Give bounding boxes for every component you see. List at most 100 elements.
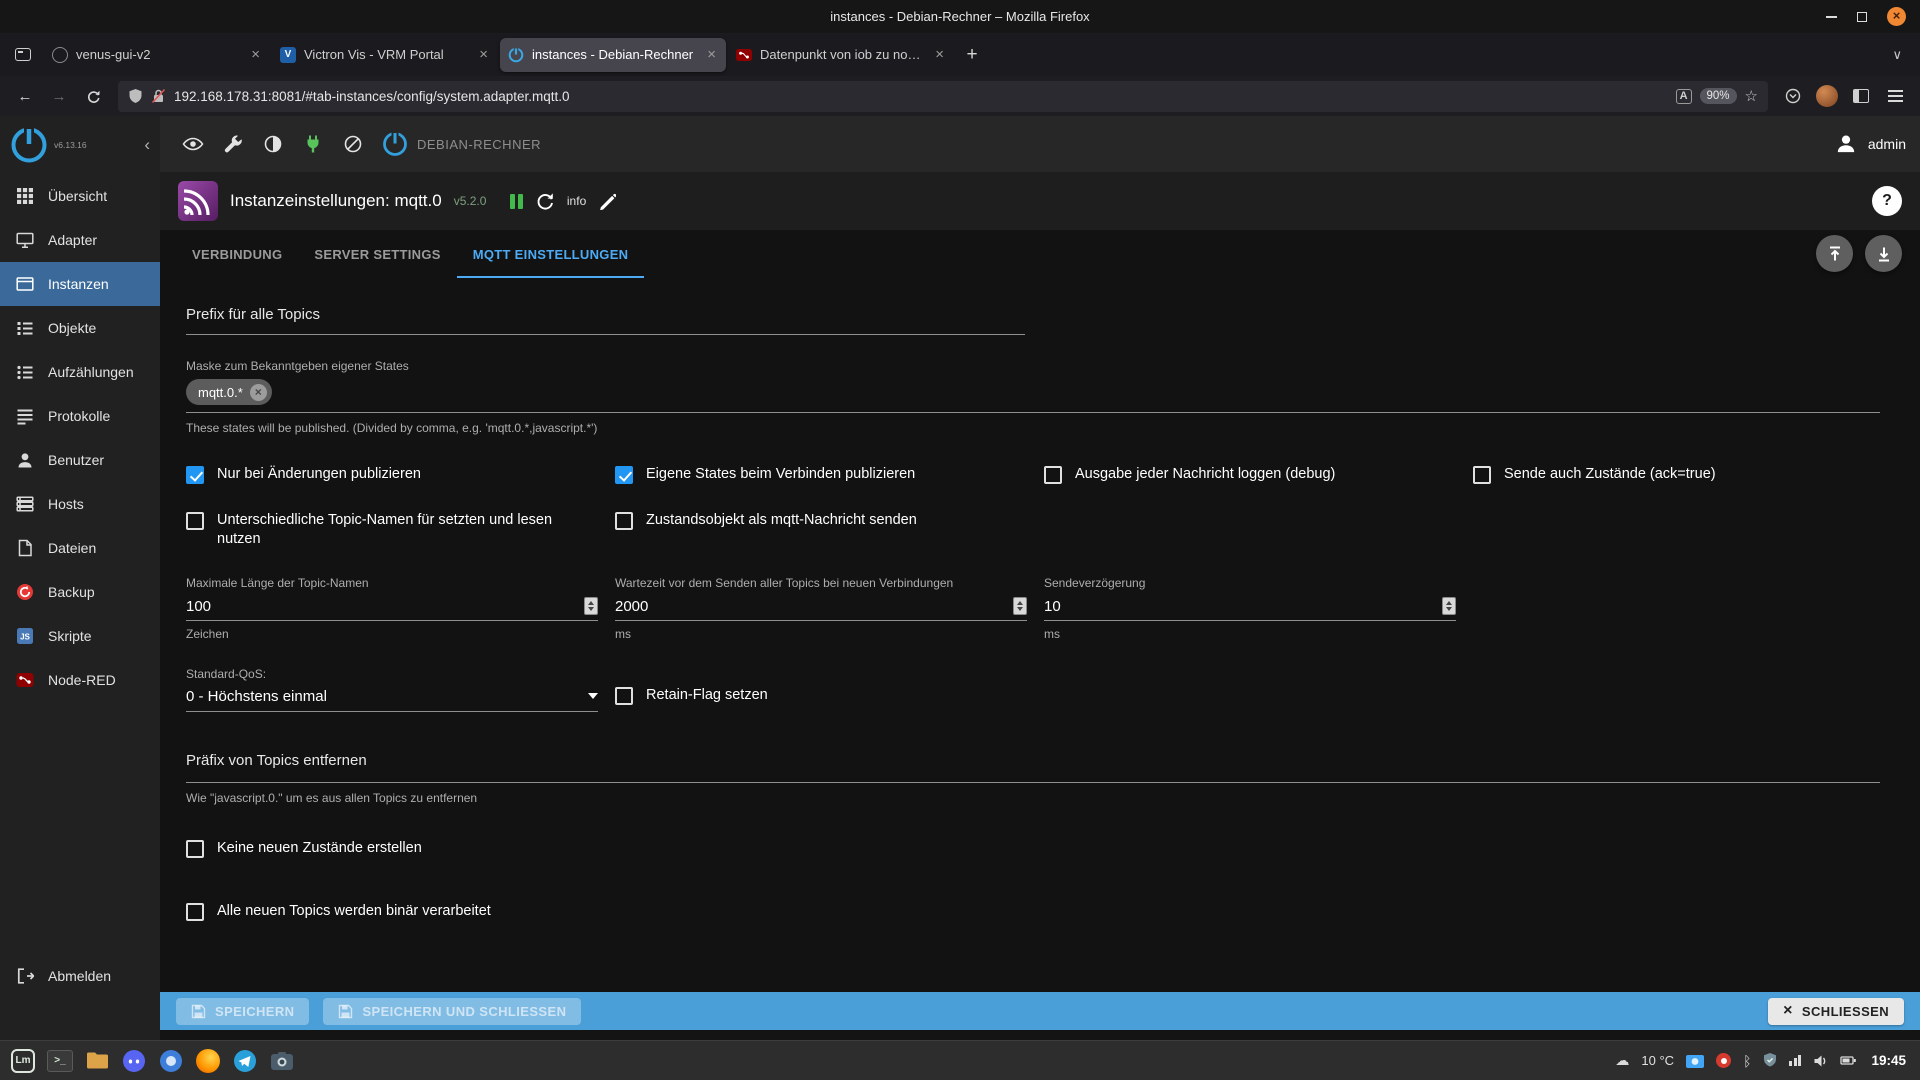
checkbox-box[interactable]	[1044, 466, 1062, 484]
checkbox-box[interactable]	[186, 840, 204, 858]
browser-tab-iobroker-active[interactable]: instances - Debian-Rechner ×	[500, 38, 726, 72]
weather-icon[interactable]: ☁	[1615, 1052, 1629, 1069]
tab-verbindung[interactable]: VERBINDUNG	[176, 230, 298, 278]
checkbox-retain[interactable]: Retain-Flag setzen	[615, 686, 1880, 706]
refresh-icon[interactable]	[535, 191, 555, 211]
browser-tab-venus[interactable]: venus-gui-v2 ×	[44, 38, 270, 72]
mask-input[interactable]: mqtt.0.* ×	[186, 379, 1880, 413]
import-config-button[interactable]	[1816, 235, 1853, 272]
bookmark-star-icon[interactable]: ☆	[1745, 87, 1758, 105]
reload-icon[interactable]	[78, 81, 108, 111]
checkbox-box[interactable]	[615, 512, 633, 530]
sidebar-item-abmelden[interactable]: Abmelden	[0, 954, 160, 998]
sidebar-item-skripte[interactable]: JS Skripte	[0, 614, 160, 658]
screenshot-tray-icon[interactable]	[1686, 1053, 1704, 1068]
remove-prefix-input[interactable]: Präfix von Topics entfernen	[186, 752, 1880, 783]
minimize-button[interactable]	[1826, 16, 1837, 18]
checkbox-send-ack[interactable]: Sende auch Zustände (ack=true)	[1473, 465, 1902, 485]
sidebar-item-protokolle[interactable]: Protokolle	[0, 394, 160, 438]
profile-avatar[interactable]	[1812, 81, 1842, 111]
translate-icon[interactable]: A	[1676, 89, 1692, 104]
insecure-lock-icon[interactable]	[151, 88, 166, 104]
sidebar-item-benutzer[interactable]: Benutzer	[0, 438, 160, 482]
sidebar-item-hosts[interactable]: Hosts	[0, 482, 160, 526]
sidebar-toggle-icon[interactable]	[1846, 81, 1876, 111]
maximize-button[interactable]	[1857, 12, 1867, 22]
browser-tab-victron[interactable]: V Victron Vis - VRM Portal ×	[272, 38, 498, 72]
list-all-tabs-icon[interactable]: ∨	[1882, 47, 1912, 63]
sidebar-item-adapter[interactable]: Adapter	[0, 218, 160, 262]
terminal-icon[interactable]: >_	[45, 1046, 75, 1076]
file-manager-icon[interactable]	[82, 1046, 112, 1076]
checkbox-box[interactable]	[1473, 466, 1491, 484]
checkbox-binary-topics[interactable]: Alle neuen Topics werden binär verarbeit…	[186, 902, 1880, 922]
eye-icon[interactable]	[174, 125, 212, 163]
close-button[interactable]: × SCHLIESSEN	[1768, 998, 1904, 1025]
checkbox-publish-changes[interactable]: Nur bei Änderungen publizieren	[186, 465, 615, 485]
checkbox-debug-log[interactable]: Ausgabe jeder Nachricht loggen (debug)	[1044, 465, 1473, 485]
checkbox-box[interactable]	[615, 466, 633, 484]
bluetooth-icon[interactable]: ᛒ	[1743, 1053, 1751, 1069]
sidebar-item-uebersicht[interactable]: Übersicht	[0, 174, 160, 218]
new-tab-button[interactable]: +	[956, 39, 988, 71]
edit-pencil-icon[interactable]	[598, 192, 616, 210]
connection-plug-icon[interactable]	[294, 125, 332, 163]
tab-server-settings[interactable]: SERVER SETTINGS	[298, 230, 456, 278]
number-spinner[interactable]	[1013, 597, 1027, 615]
qos-select[interactable]: 0 - Höchstens einmal	[186, 688, 598, 712]
mask-chip[interactable]: mqtt.0.* ×	[186, 379, 272, 405]
shield-icon[interactable]	[128, 88, 143, 104]
checkbox-different-topics[interactable]: Unterschiedliche Topic-Namen für setzten…	[186, 511, 615, 550]
checkbox-no-new-states[interactable]: Keine neuen Zustände erstellen	[186, 839, 1880, 859]
tab-close-icon[interactable]: ×	[705, 46, 718, 63]
export-config-button[interactable]	[1865, 235, 1902, 272]
tab-close-icon[interactable]: ×	[249, 46, 262, 63]
sidebar-item-nodered[interactable]: Node-RED	[0, 658, 160, 702]
close-window-button[interactable]: ×	[1887, 7, 1906, 26]
shield-tray-icon[interactable]	[1763, 1053, 1777, 1068]
checkbox-publish-own-states[interactable]: Eigene States beim Verbinden publizieren	[615, 465, 1044, 485]
theme-toggle-icon[interactable]	[254, 125, 292, 163]
wrench-icon[interactable]	[214, 125, 252, 163]
checkbox-box[interactable]	[615, 687, 633, 705]
checkbox-state-as-mqtt[interactable]: Zustandsobjekt als mqtt-Nachricht senden	[615, 511, 1044, 550]
tab-close-icon[interactable]: ×	[933, 46, 946, 63]
checkbox-box[interactable]	[186, 512, 204, 530]
sidebar-item-objekte[interactable]: Objekte	[0, 306, 160, 350]
number-spinner[interactable]	[1442, 597, 1456, 615]
number-spinner[interactable]	[584, 597, 598, 615]
user-menu[interactable]: admin	[1834, 132, 1906, 156]
recorder-tray-icon[interactable]	[1716, 1053, 1731, 1068]
network-signal-icon[interactable]	[1789, 1055, 1801, 1066]
browser-tab-nodered[interactable]: Datenpunkt von iob zu nod… ×	[728, 38, 954, 72]
collapse-sidebar-icon[interactable]: ‹	[144, 135, 154, 155]
pause-icon[interactable]	[510, 194, 523, 209]
telegram-icon[interactable]	[230, 1046, 260, 1076]
send-delay-input[interactable]: 10	[1044, 597, 1456, 621]
wait-time-input[interactable]: 2000	[615, 597, 1027, 621]
tab-mqtt-einstellungen[interactable]: MQTT EINSTELLUNGEN	[457, 230, 645, 278]
checkbox-box[interactable]	[186, 903, 204, 921]
firefox-icon[interactable]	[193, 1046, 223, 1076]
pocket-icon[interactable]	[1778, 81, 1808, 111]
browser-app-icon[interactable]	[156, 1046, 186, 1076]
save-and-close-button[interactable]: SPEICHERN UND SCHLIESSEN	[323, 998, 581, 1025]
checkbox-box[interactable]	[186, 466, 204, 484]
zoom-level-badge[interactable]: 90%	[1700, 88, 1737, 104]
mint-menu-button[interactable]: Lm	[8, 1046, 38, 1076]
help-button[interactable]: ?	[1872, 186, 1902, 216]
url-input[interactable]: 192.168.178.31:8081/#tab-instances/confi…	[118, 81, 1768, 112]
volume-icon[interactable]	[1813, 1054, 1828, 1068]
firefox-view-icon[interactable]	[8, 40, 38, 70]
tab-close-icon[interactable]: ×	[477, 46, 490, 63]
sidebar-item-dateien[interactable]: Dateien	[0, 526, 160, 570]
prefix-input[interactable]: Prefix für alle Topics	[186, 306, 1025, 335]
max-length-input[interactable]: 100	[186, 597, 598, 621]
chip-delete-icon[interactable]: ×	[250, 384, 267, 401]
back-icon[interactable]: ←	[10, 81, 40, 111]
forward-icon[interactable]: →	[44, 81, 74, 111]
save-button[interactable]: SPEICHERN	[176, 998, 309, 1025]
clock[interactable]: 19:45	[1871, 1053, 1906, 1068]
temperature[interactable]: 10 °C	[1641, 1053, 1674, 1068]
battery-icon[interactable]	[1840, 1054, 1857, 1067]
